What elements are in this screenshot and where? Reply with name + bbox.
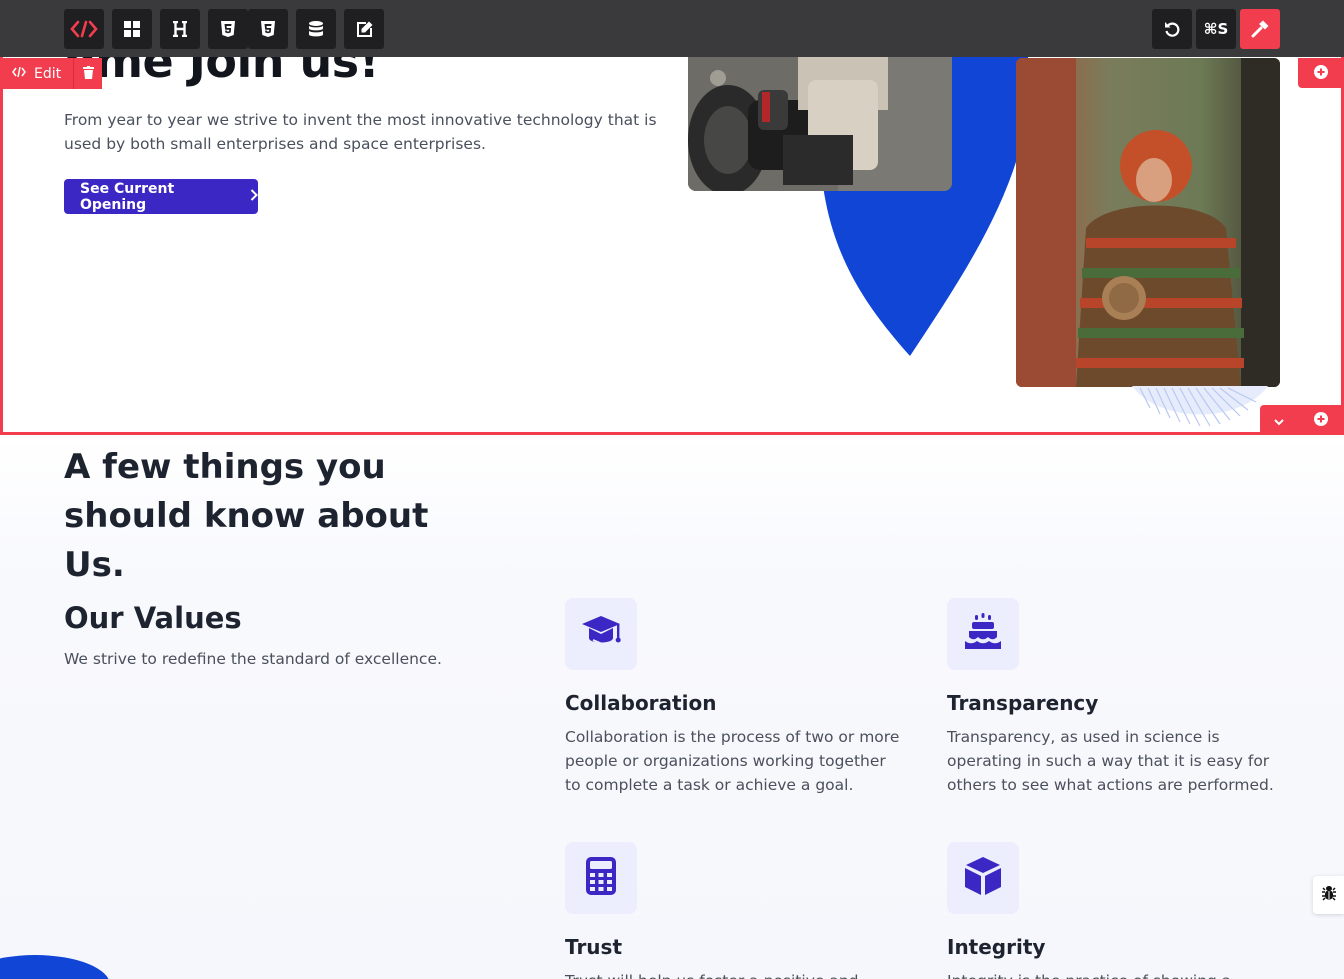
value-card-collaboration: Collaboration Collaboration is the proce… (565, 598, 905, 797)
card-title: Transparency (947, 691, 1099, 715)
icon-tile (565, 598, 637, 670)
edit-page-button[interactable] (344, 9, 384, 49)
database-icon (309, 21, 323, 37)
edit-icon (356, 21, 373, 37)
debug-button[interactable] (1313, 876, 1344, 914)
blocks-button[interactable] (112, 9, 152, 49)
plus-circle-icon (1314, 411, 1328, 430)
chevron-down-icon (1274, 411, 1284, 430)
plus-circle-icon (1314, 64, 1328, 83)
chevron-right-icon (250, 188, 258, 205)
icon-tile (947, 842, 1019, 914)
birthday-cake-icon (963, 613, 1003, 655)
card-text: Collaboration is the process of two or m… (565, 728, 900, 794)
see-current-opening-button[interactable]: See Current Opening (64, 179, 258, 214)
hero-description: From year to year we strive to invent th… (64, 111, 657, 153)
hammer-icon (1251, 20, 1269, 38)
heading-button[interactable] (160, 9, 200, 49)
css3-icon (261, 21, 275, 37)
save-button[interactable]: ⌘S (1196, 9, 1236, 49)
card-title: Collaboration (565, 691, 717, 715)
about-title: A few things you should know about Us. (64, 447, 429, 585)
database-button[interactable] (296, 9, 336, 49)
card-text: Integrity is the practice of showing a c… (947, 969, 1287, 979)
hero-section: ome Join us! From year to year we strive… (0, 0, 1344, 435)
editor-toolbar: ⌘S (0, 0, 1344, 57)
hatch-pattern-decoration (1132, 386, 1268, 427)
html-button[interactable] (208, 9, 248, 49)
add-section-below-button[interactable] (1298, 405, 1344, 435)
value-card-trust: Trust Trust will help us foster a positi… (565, 842, 905, 979)
values-subtitle: We strive to redefine the standard of ex… (64, 650, 442, 668)
section-edit-tab: Edit (0, 58, 103, 89)
css-button[interactable] (248, 9, 288, 49)
values-title: Our Values (64, 601, 242, 635)
move-section-down-button[interactable] (1260, 405, 1298, 435)
value-card-transparency: Transparency Transparency, as used in sc… (947, 598, 1287, 797)
undo-button[interactable] (1152, 9, 1192, 49)
decorative-blue-blob (0, 955, 110, 979)
card-title: Integrity (947, 935, 1046, 959)
value-card-integrity: Integrity Integrity is the practice of s… (947, 842, 1287, 979)
card-text: Trust will help us foster a positive and (565, 969, 905, 979)
trash-icon (82, 64, 94, 83)
graduation-cap-icon (581, 614, 621, 654)
code-icon (12, 66, 26, 82)
build-button[interactable] (1240, 9, 1280, 49)
edit-label: Edit (34, 65, 62, 82)
motorcycle-photo (688, 40, 952, 191)
undo-icon (1164, 21, 1180, 37)
cta-label: See Current Opening (80, 180, 175, 213)
heading-icon (172, 21, 188, 37)
icon-tile (947, 598, 1019, 670)
about-section: A few things you should know about Us. O… (0, 435, 1344, 979)
cube-icon (965, 857, 1001, 899)
html5-icon (221, 21, 235, 37)
logo-button[interactable] (64, 9, 104, 49)
icon-tile (565, 842, 637, 914)
card-text: Transparency, as used in science is oper… (947, 728, 1274, 794)
woman-photo (1016, 58, 1280, 387)
calculator-icon (586, 857, 616, 899)
code-brackets-icon (70, 20, 98, 38)
edit-button[interactable]: Edit (0, 58, 75, 89)
add-section-above-button[interactable] (1298, 58, 1344, 88)
grid-icon (124, 21, 140, 37)
delete-section-button[interactable] (74, 58, 103, 89)
bug-icon (1321, 885, 1337, 905)
card-title: Trust (565, 935, 623, 959)
